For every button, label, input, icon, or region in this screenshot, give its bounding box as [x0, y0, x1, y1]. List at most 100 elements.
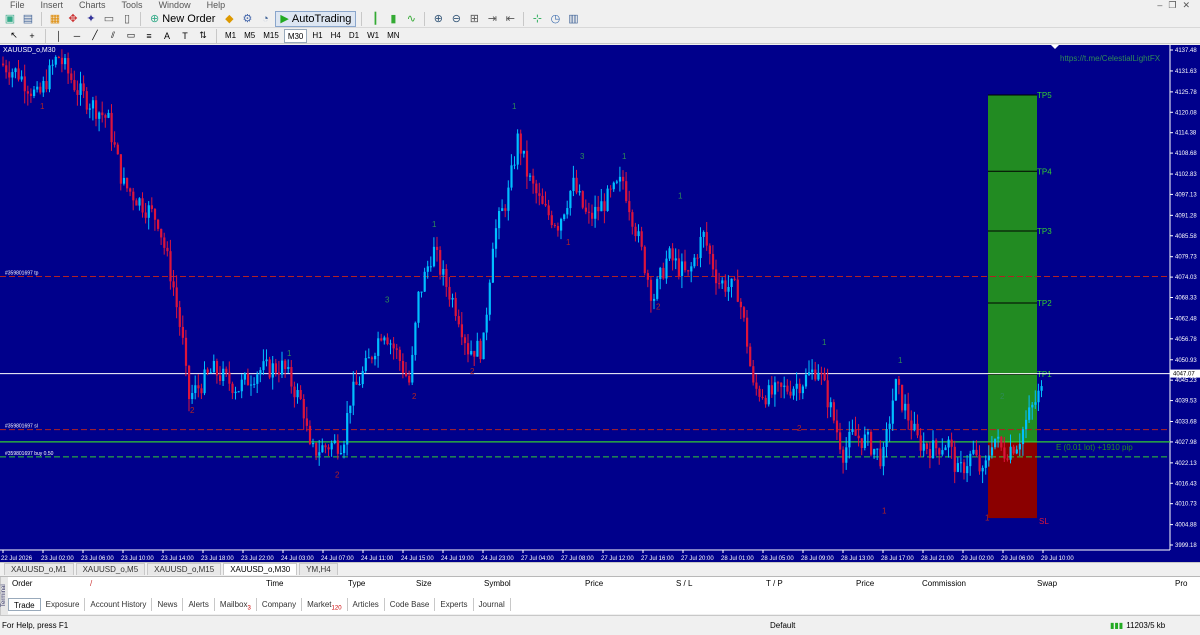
timeframe-mn[interactable]: MN: [384, 29, 402, 43]
terminal-tab-exposure[interactable]: Exposure: [41, 597, 86, 611]
column-header[interactable]: Price: [856, 579, 874, 588]
terminal-tab-journal[interactable]: Journal: [474, 597, 511, 611]
terminal-tab-news[interactable]: News: [152, 597, 184, 611]
terminal-tab-market[interactable]: Market120: [302, 597, 348, 611]
autotrading-icon: ▶: [280, 13, 289, 25]
column-header[interactable]: Swap: [1037, 579, 1057, 588]
column-header[interactable]: Pro: [1175, 579, 1187, 588]
tile-windows-icon[interactable]: ⊞: [466, 11, 482, 27]
terminal-tab-trade[interactable]: Trade: [8, 597, 41, 611]
timeframe-h1[interactable]: H1: [309, 29, 325, 43]
column-header[interactable]: T / P: [766, 579, 783, 588]
terminal-tab-articles[interactable]: Articles: [348, 597, 385, 611]
terminal-tab-company[interactable]: Company: [257, 597, 303, 611]
chart-tab[interactable]: XAUUSD_o,M1: [4, 563, 74, 575]
cursor-icon[interactable]: ↖: [6, 28, 22, 44]
menu-insert[interactable]: Insert: [33, 0, 72, 10]
timeframe-m15[interactable]: M15: [260, 29, 282, 43]
candle-body: [315, 443, 318, 456]
menu-charts[interactable]: Charts: [71, 0, 114, 10]
candle-body: [150, 205, 153, 209]
column-header[interactable]: Price: [585, 579, 603, 588]
restore-icon[interactable]: ❐: [1168, 0, 1176, 10]
zoom-in-icon[interactable]: ⊕: [430, 11, 446, 27]
line-chart-icon[interactable]: ∿: [403, 11, 419, 27]
chart-tab[interactable]: XAUUSD_o,M5: [75, 563, 146, 575]
candle-body: [243, 373, 246, 380]
timeframe-m1[interactable]: M1: [222, 29, 239, 43]
menu-file[interactable]: File: [2, 0, 33, 10]
chart-tab[interactable]: YM,H4: [299, 563, 338, 575]
chart-shift-icon[interactable]: ⇤: [502, 11, 518, 27]
candle-body: [901, 384, 904, 411]
candle-body: [414, 322, 417, 355]
zoom-out-icon[interactable]: ⊖: [448, 11, 464, 27]
text-tool-icon[interactable]: A: [159, 28, 175, 44]
new-chart-icon[interactable]: ▣: [2, 11, 18, 27]
candle-body: [919, 435, 922, 451]
column-header[interactable]: S / L: [676, 579, 692, 588]
menu-help[interactable]: Help: [199, 0, 234, 10]
periods-icon[interactable]: ◷: [547, 11, 563, 27]
terminal-tab-mailbox[interactable]: Mailbox3: [215, 597, 257, 611]
candle-body: [708, 245, 711, 254]
metaeditor-icon[interactable]: ◆: [221, 11, 237, 27]
autotrading-button[interactable]: ▶ AutoTrading: [275, 10, 357, 27]
navigator-icon[interactable]: ✦: [83, 11, 99, 27]
candle-body: [777, 382, 780, 384]
timeframe-h4[interactable]: H4: [328, 29, 344, 43]
minimize-icon[interactable]: –: [1157, 0, 1162, 10]
column-header[interactable]: Order: [12, 579, 32, 588]
price-chart[interactable]: 4137.48 4131.63 4125.78 4120.08 4114.38 4108.…: [0, 45, 1200, 562]
terminal-icon[interactable]: ▭: [101, 11, 117, 27]
data-window-icon[interactable]: ✥: [65, 11, 81, 27]
autoscroll-icon[interactable]: ⇥: [484, 11, 500, 27]
column-header[interactable]: Time: [266, 579, 283, 588]
price-tick-label: 4097.13: [1175, 192, 1197, 198]
fibonacci-icon[interactable]: ≡: [141, 28, 157, 44]
vertical-line-icon[interactable]: │: [51, 28, 67, 44]
arrow-tool-icon[interactable]: ⇅: [195, 28, 211, 44]
label-tool-icon[interactable]: T: [177, 28, 193, 44]
chart-tab-active[interactable]: XAUUSD_o,M30: [223, 563, 298, 575]
current-price-label: 4047.07: [1173, 372, 1195, 378]
market-watch-icon[interactable]: ▦: [47, 11, 63, 27]
column-header[interactable]: Symbol: [484, 579, 511, 588]
crosshair-icon[interactable]: +: [24, 28, 40, 44]
column-header[interactable]: Size: [416, 579, 432, 588]
terminal-tab-code-base[interactable]: Code Base: [385, 597, 436, 611]
channel-icon[interactable]: ⫽: [105, 28, 121, 44]
candle-body: [581, 191, 584, 208]
strategy-tester-icon[interactable]: ▯: [119, 11, 135, 27]
indicators-icon[interactable]: ⊹: [529, 11, 545, 27]
chart-tab[interactable]: XAUUSD_o,M15: [147, 563, 222, 575]
wave-label: 1: [822, 338, 827, 347]
candle-body: [727, 287, 730, 292]
signals-icon[interactable]: ◔: [257, 11, 273, 27]
options-icon[interactable]: ⚙: [239, 11, 255, 27]
terminal-side-label[interactable]: Terminal: [0, 577, 8, 615]
chart-canvas[interactable]: 4137.48 4131.63 4125.78 4120.08 4114.38 4108.…: [0, 45, 1200, 562]
close-icon[interactable]: ✕: [1182, 0, 1190, 10]
terminal-tab-account-history[interactable]: Account History: [85, 597, 153, 611]
new-order-button[interactable]: ⊕ New Order: [146, 11, 219, 27]
candle-body: [885, 429, 888, 447]
candle-body: [739, 301, 742, 308]
horizontal-line-icon[interactable]: ─: [69, 28, 85, 44]
terminal-tab-experts[interactable]: Experts: [435, 597, 474, 611]
timeframe-m5[interactable]: M5: [241, 29, 258, 43]
menu-tools[interactable]: Tools: [114, 0, 151, 10]
templates-icon[interactable]: ▥: [565, 11, 581, 27]
timeframe-d1[interactable]: D1: [346, 29, 362, 43]
bar-chart-icon[interactable]: ┃: [367, 11, 383, 27]
column-header[interactable]: Type: [348, 579, 365, 588]
timeframe-w1[interactable]: W1: [364, 29, 382, 43]
rectangle-icon[interactable]: ▭: [123, 28, 139, 44]
menu-window[interactable]: Window: [151, 0, 199, 10]
terminal-tab-alerts[interactable]: Alerts: [183, 597, 215, 611]
profiles-icon[interactable]: ▤: [20, 11, 36, 27]
candlestick-icon[interactable]: ▮: [385, 11, 401, 27]
column-header[interactable]: Commission: [922, 579, 966, 588]
trendline-icon[interactable]: ╱: [87, 28, 103, 44]
timeframe-m30[interactable]: M30: [283, 28, 308, 43]
